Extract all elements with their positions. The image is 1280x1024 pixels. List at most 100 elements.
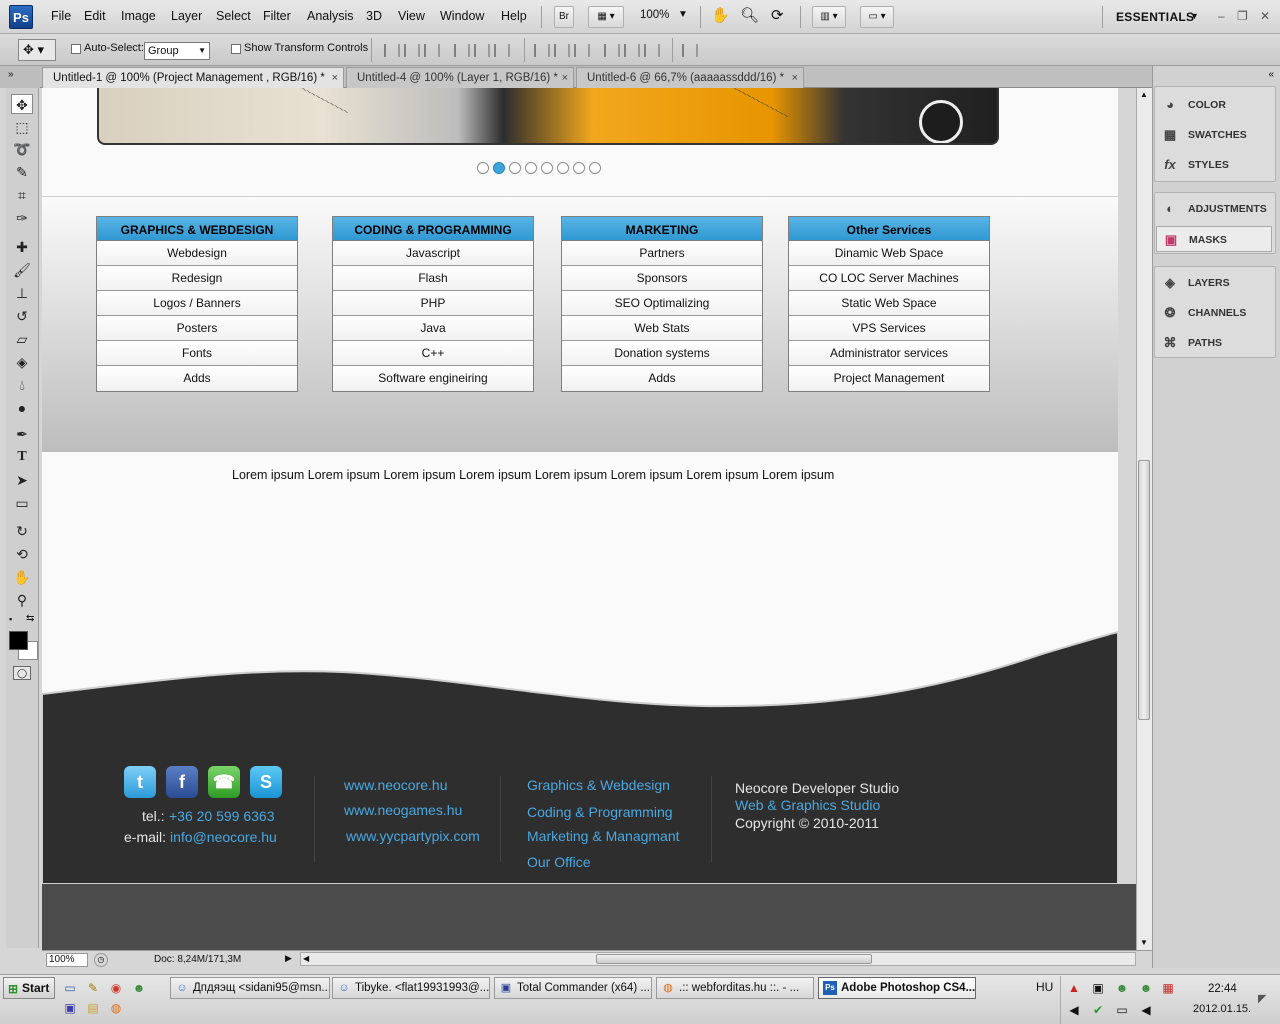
menu-select[interactable]: Select	[216, 9, 251, 23]
distribute-vcenter-icon[interactable]	[554, 44, 570, 57]
footer-service-link[interactable]: Marketing & Managmant	[527, 828, 680, 844]
minimize-icon[interactable]: –	[1218, 9, 1225, 23]
service-link[interactable]: Flash	[333, 266, 533, 291]
scroll-up-icon[interactable]: ▲	[1140, 90, 1148, 99]
taskbar-button-firefox[interactable]: ◍ .:: webforditas.hu ::. - ...	[656, 977, 814, 999]
marquee-tool-icon[interactable]: ⬚	[11, 117, 33, 137]
hand-tool-icon[interactable]: ✋	[711, 6, 730, 24]
service-link[interactable]: C++	[333, 341, 533, 366]
clock-time[interactable]: 22:44	[1208, 983, 1237, 995]
firefox-icon[interactable]: ◍	[108, 1000, 124, 1016]
distribute-top-icon[interactable]	[534, 44, 550, 57]
folder-icon[interactable]: ▤	[85, 1000, 101, 1016]
language-indicator[interactable]: HU	[1036, 980, 1053, 994]
arrange-documents-button[interactable]: ▥ ▾	[812, 6, 846, 28]
menu-filter[interactable]: Filter	[263, 9, 291, 23]
slider-dot[interactable]	[493, 162, 505, 174]
service-link[interactable]: CO LOC Server Machines	[789, 266, 989, 291]
service-link[interactable]: VPS Services	[789, 316, 989, 341]
tray-messenger-icon[interactable]: ☻	[1114, 980, 1130, 996]
quick-mask-icon[interactable]: ◯	[13, 666, 31, 680]
document-tab-untitled-1[interactable]: Untitled-1 @ 100% (Project Management , …	[42, 67, 344, 88]
taskbar-button-total-commander[interactable]: ▣ Total Commander (x64) ...	[494, 977, 652, 999]
tray-speaker-icon[interactable]: ◀	[1138, 1002, 1154, 1018]
panel-adjustments[interactable]: ◐ ADJUSTMENTS	[1160, 196, 1267, 222]
security-icon[interactable]: ✔	[1090, 1002, 1106, 1018]
screen-mode-button[interactable]: ▭ ▾	[860, 6, 894, 28]
align-left-edges-icon[interactable]	[454, 44, 470, 57]
hand-tool-icon[interactable]: ✋	[11, 567, 33, 587]
taskbar-button-photoshop[interactable]: Ps Adobe Photoshop CS4...	[818, 977, 976, 999]
taskbar-button-chat-1[interactable]: ☺ Дпдяэщ <sidani95@msn...	[170, 977, 330, 999]
horizontal-scroll-thumb[interactable]	[596, 954, 872, 964]
footer-site-link[interactable]: www.yycpartypix.com	[346, 828, 480, 844]
footer-service-link[interactable]: Coding & Programming	[527, 804, 673, 820]
workspace-switcher[interactable]: ESSENTIALS	[1116, 10, 1194, 24]
zoom-tool-icon[interactable]: ⚲	[11, 590, 33, 610]
scroll-down-icon[interactable]: ▼	[1140, 938, 1148, 947]
service-link[interactable]: Partners	[562, 241, 762, 266]
healing-brush-tool-icon[interactable]: ✚	[11, 237, 33, 257]
panel-styles[interactable]: fx STYLES	[1160, 152, 1229, 178]
tray-display-icon[interactable]: ▭	[1114, 1002, 1130, 1018]
distribute-right-icon[interactable]	[644, 44, 660, 57]
facebook-icon[interactable]: f	[166, 766, 198, 798]
show-desktop-icon[interactable]: ▭	[62, 980, 78, 996]
panel-layers[interactable]: ◈ LAYERS	[1160, 270, 1230, 296]
service-link[interactable]: Dinamic Web Space	[789, 241, 989, 266]
document-tab-untitled-4[interactable]: Untitled-4 @ 100% (Layer 1, RGB/16) * ×	[346, 67, 574, 88]
paint-bucket-tool-icon[interactable]: ◈	[11, 352, 33, 372]
service-link[interactable]: Sponsors	[562, 266, 762, 291]
auto-select-target-dropdown[interactable]: Group ▼	[144, 42, 210, 60]
rotate-view-icon[interactable]: ⟳	[771, 6, 784, 24]
auto-align-layers-icon[interactable]	[682, 44, 698, 57]
align-horizontal-centers-icon[interactable]	[474, 44, 490, 57]
service-link[interactable]: Fonts	[97, 341, 297, 366]
slider-dot[interactable]	[541, 162, 553, 174]
tray-messenger-icon[interactable]: ☻	[1138, 980, 1154, 996]
clock-date[interactable]: 2012.01.15.	[1193, 1003, 1251, 1015]
service-link[interactable]: Logos / Banners	[97, 291, 297, 316]
move-tool-preset-picker[interactable]: ✥ ▾	[18, 39, 56, 61]
taskbar-expand-icon[interactable]: ◤	[1258, 992, 1266, 1005]
status-zoom-field[interactable]: 100%	[46, 953, 88, 967]
panel-channels[interactable]: ❂ CHANNELS	[1160, 300, 1247, 326]
path-selection-tool-icon[interactable]: ➤	[11, 470, 33, 490]
rectangle-tool-icon[interactable]: ▭	[11, 493, 33, 513]
brush-tool-icon[interactable]: 🖌︎	[11, 260, 33, 280]
status-info-icon[interactable]: ◷	[94, 953, 108, 967]
service-link[interactable]: Software engineiring	[333, 366, 533, 391]
foreground-color-swatch[interactable]	[9, 631, 28, 650]
default-colors-icon[interactable]: ▪	[9, 614, 12, 624]
auto-select-checkbox[interactable]	[71, 44, 81, 54]
close-tab-icon[interactable]: ×	[792, 68, 798, 88]
service-link[interactable]: Redesign	[97, 266, 297, 291]
menu-help[interactable]: Help	[501, 9, 527, 23]
menu-edit[interactable]: Edit	[84, 9, 106, 23]
tray-network-icon[interactable]: ▦	[1160, 980, 1176, 996]
save-icon[interactable]: ▣	[62, 1000, 78, 1016]
service-link[interactable]: PHP	[333, 291, 533, 316]
service-link[interactable]: Javascript	[333, 241, 533, 266]
expand-panels-icon[interactable]: «	[1268, 69, 1274, 80]
quick-selection-tool-icon[interactable]: ✎	[11, 162, 33, 182]
quicklaunch-tool-icon[interactable]: ✎	[85, 980, 101, 996]
panel-color[interactable]: ◕ COLOR	[1160, 92, 1226, 118]
pdf-icon[interactable]: ▲	[1066, 980, 1082, 996]
service-link[interactable]: Project Management	[789, 366, 989, 391]
align-vertical-centers-icon[interactable]	[404, 44, 420, 57]
vertical-scroll-thumb[interactable]	[1138, 460, 1150, 720]
type-tool-icon[interactable]: T	[11, 447, 33, 467]
slider-dot[interactable]	[573, 162, 585, 174]
scroll-left-icon[interactable]: ◀	[303, 954, 309, 963]
footer-site-link[interactable]: www.neocore.hu	[344, 777, 448, 793]
footer-service-link[interactable]: Our Office	[527, 854, 591, 870]
align-bottom-edges-icon[interactable]	[424, 44, 440, 57]
chevron-down-icon[interactable]: ▼	[1190, 11, 1199, 21]
view-extras-button[interactable]: ▦ ▾	[588, 6, 624, 28]
skype-icon[interactable]: S	[250, 766, 282, 798]
menu-view[interactable]: View	[398, 9, 425, 23]
3d-rotate-tool-icon[interactable]: ↻	[11, 521, 33, 541]
slider-dot[interactable]	[477, 162, 489, 174]
swap-colors-icon[interactable]: ⇆	[26, 613, 34, 624]
